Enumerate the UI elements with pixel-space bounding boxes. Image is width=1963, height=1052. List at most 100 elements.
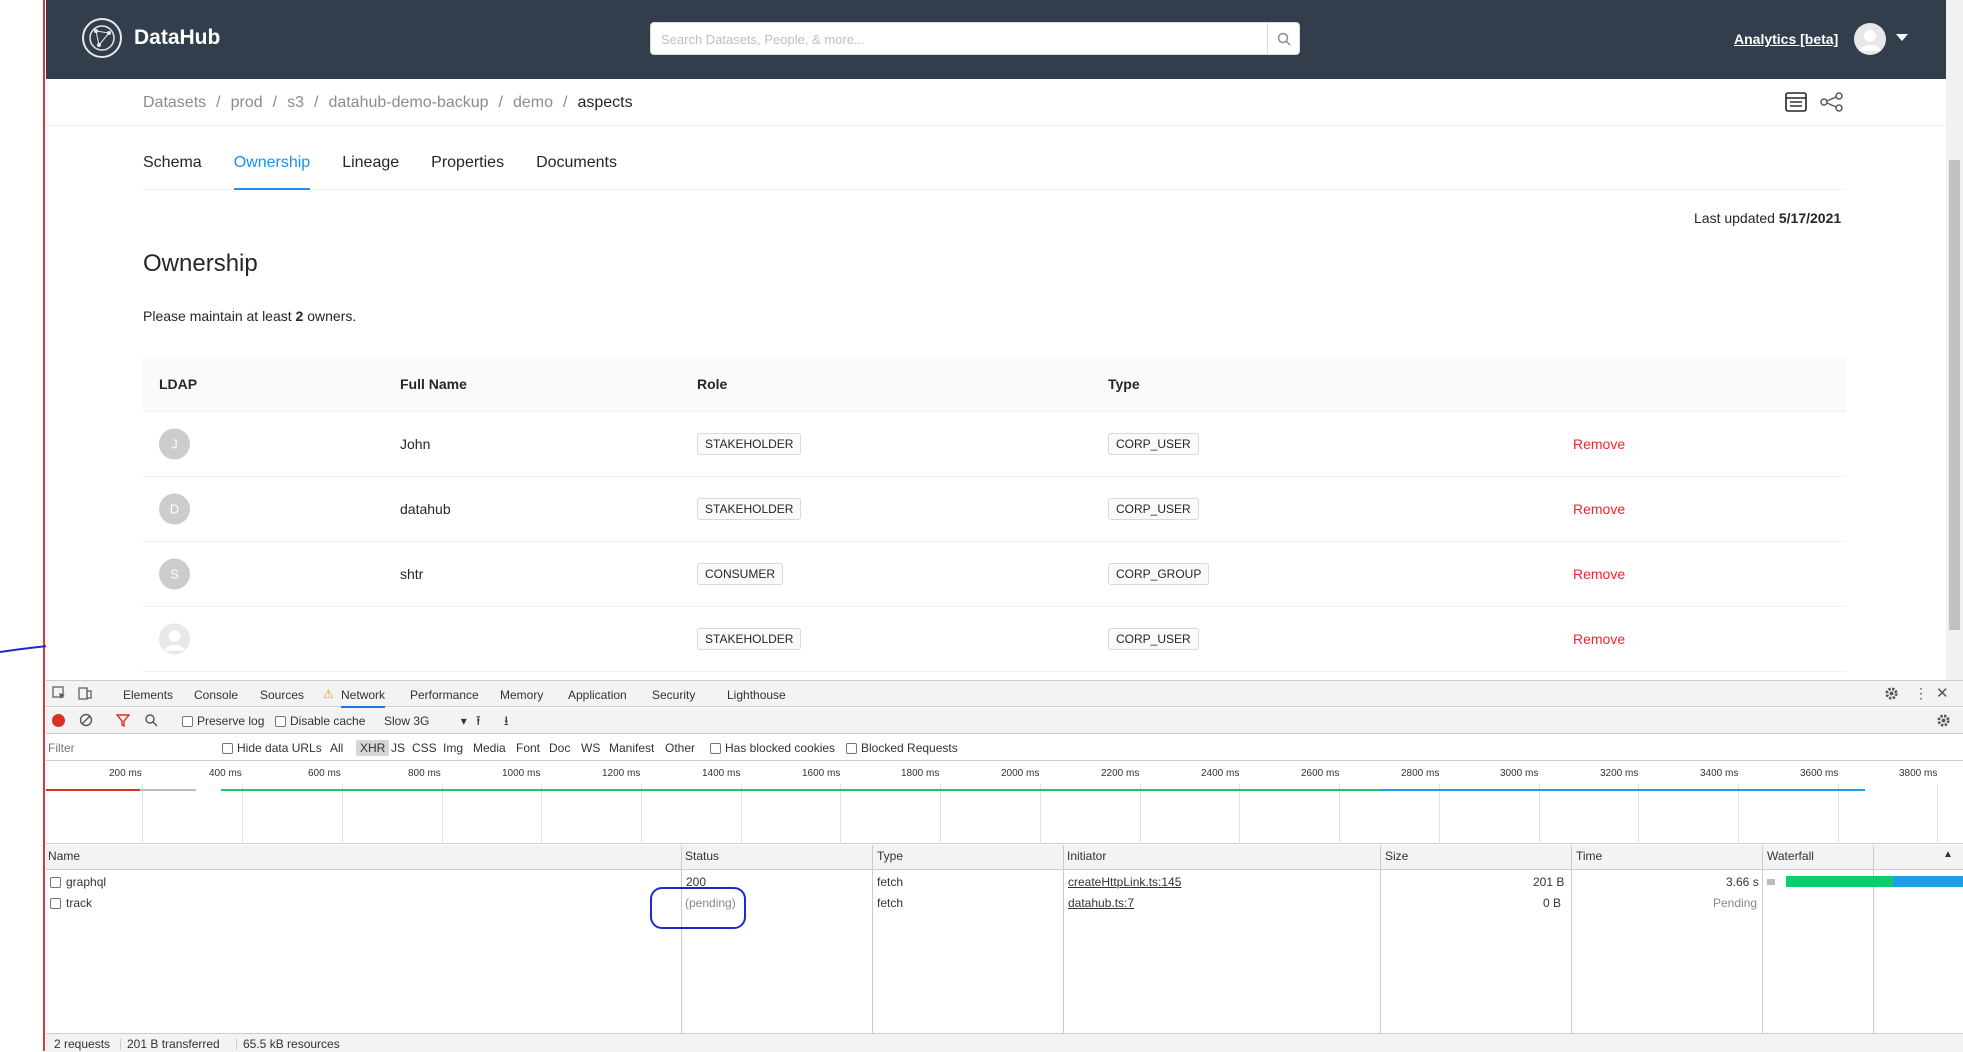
devtools-tab-security[interactable]: Security bbox=[652, 688, 695, 702]
network-toolbar: Preserve log Disable cache Slow 3G ▾ ⭱ ⭳ bbox=[46, 708, 1963, 734]
breadcrumb-item[interactable]: Datasets bbox=[143, 94, 206, 112]
lineage-graph-icon[interactable] bbox=[1820, 90, 1844, 114]
network-settings-icon[interactable] bbox=[1936, 713, 1951, 731]
devtools-tab-sources[interactable]: Sources bbox=[260, 688, 304, 702]
column-header-type[interactable]: Type bbox=[877, 849, 903, 863]
page-scrollbar[interactable] bbox=[1946, 0, 1963, 680]
user-avatar[interactable] bbox=[1854, 23, 1886, 55]
record-icon[interactable] bbox=[52, 714, 65, 727]
note-count: 2 bbox=[295, 308, 304, 324]
devtools-tab-lighthouse[interactable]: Lighthouse bbox=[727, 688, 786, 702]
remove-button[interactable]: Remove bbox=[1573, 631, 1625, 647]
table-row[interactable]: track (pending) fetch datahub.ts:7 0 B P… bbox=[46, 892, 1963, 913]
request-initiator-link[interactable]: createHttpLink.ts:145 bbox=[1068, 875, 1181, 889]
type-filter-css[interactable]: CSS bbox=[412, 741, 437, 755]
close-devtools-icon[interactable]: ✕ bbox=[1936, 684, 1949, 702]
avatar[interactable]: D bbox=[159, 493, 190, 525]
filter-input[interactable] bbox=[48, 739, 213, 757]
inspect-element-icon[interactable] bbox=[52, 686, 66, 703]
request-time: Pending bbox=[1713, 896, 1758, 910]
remove-button[interactable]: Remove bbox=[1573, 436, 1625, 452]
tab-lineage[interactable]: Lineage bbox=[342, 138, 399, 190]
column-header-name[interactable]: Name bbox=[48, 849, 80, 863]
preserve-log-checkbox[interactable]: Preserve log bbox=[182, 714, 264, 728]
type-filter-xhr[interactable]: XHR bbox=[356, 740, 390, 756]
remove-button[interactable]: Remove bbox=[1573, 566, 1625, 582]
type-filter-doc[interactable]: Doc bbox=[549, 741, 570, 755]
remove-button[interactable]: Remove bbox=[1573, 501, 1625, 517]
throttle-select[interactable]: Slow 3G ▾ bbox=[384, 714, 467, 728]
filter-icon[interactable] bbox=[115, 713, 131, 730]
has-blocked-cookies-label: Has blocked cookies bbox=[725, 741, 836, 755]
type-filter-ws[interactable]: WS bbox=[581, 741, 600, 755]
last-updated-date: 5/17/2021 bbox=[1778, 210, 1842, 226]
import-har-icon[interactable]: ⭱ bbox=[476, 712, 481, 734]
devtools-tab-elements[interactable]: Elements bbox=[123, 688, 173, 702]
column-header-waterfall[interactable]: Waterfall bbox=[1767, 849, 1814, 863]
column-header-initiator[interactable]: Initiator bbox=[1067, 849, 1106, 863]
analytics-link[interactable]: Analytics [beta] bbox=[1734, 31, 1838, 47]
breadcrumb-item[interactable]: datahub-demo-backup bbox=[328, 94, 488, 112]
devtools-tab-bar: Elements Console Sources ⚠ Network Perfo… bbox=[46, 681, 1963, 708]
sort-up-icon[interactable]: ▲ bbox=[1943, 849, 1953, 860]
avatar[interactable]: J bbox=[159, 428, 190, 460]
datahub-logo-icon[interactable] bbox=[82, 18, 122, 58]
search-input[interactable] bbox=[661, 29, 1251, 49]
breadcrumb-item[interactable]: prod bbox=[231, 94, 263, 112]
breadcrumb: Datasets / prod / s3/ datahub-demo-backup /… bbox=[143, 94, 633, 112]
type-filter-other[interactable]: Other bbox=[665, 741, 695, 755]
clear-icon[interactable] bbox=[79, 713, 93, 730]
tab-properties[interactable]: Properties bbox=[431, 138, 504, 190]
tab-schema[interactable]: Schema bbox=[143, 138, 202, 190]
devtools-tab-performance[interactable]: Performance bbox=[410, 688, 479, 702]
type-tag: CORP_USER bbox=[1108, 433, 1199, 455]
request-name[interactable]: track bbox=[66, 896, 92, 910]
type-filter-manifest[interactable]: Manifest bbox=[609, 741, 654, 755]
devtools-tab-console[interactable]: Console bbox=[194, 688, 238, 702]
note-suffix: owners. bbox=[307, 308, 357, 324]
type-filter-js[interactable]: JS bbox=[391, 741, 405, 755]
breadcrumb-item[interactable]: s3 bbox=[287, 94, 304, 112]
blocked-requests-checkbox[interactable]: Blocked Requests bbox=[846, 741, 958, 755]
scrollbar-thumb[interactable] bbox=[1949, 160, 1960, 630]
column-header-type: Type bbox=[1108, 376, 1140, 392]
timeline-bar-gray bbox=[140, 789, 196, 791]
request-time: 3.66 s bbox=[1726, 875, 1759, 889]
settings-gear-icon[interactable] bbox=[1884, 686, 1899, 704]
network-overview-timeline[interactable]: 200 ms 400 ms 600 ms 800 ms 1000 ms 1200… bbox=[46, 762, 1963, 844]
breadcrumb-item[interactable]: demo bbox=[513, 94, 553, 112]
user-menu-caret-icon[interactable] bbox=[1896, 34, 1908, 41]
table-view-icon[interactable] bbox=[1784, 90, 1808, 114]
column-header-size[interactable]: Size bbox=[1385, 849, 1408, 863]
devtools-tab-memory[interactable]: Memory bbox=[500, 688, 543, 702]
request-size: 201 B bbox=[1533, 875, 1565, 889]
breadcrumb-bar: Datasets / prod / s3/ datahub-demo-backup /… bbox=[46, 79, 1946, 126]
request-name[interactable]: graphql bbox=[66, 875, 106, 889]
tab-documents[interactable]: Documents bbox=[536, 138, 617, 190]
timeline-tick: 2400 ms bbox=[1201, 768, 1240, 779]
last-updated: Last updated 5/17/2021 bbox=[1694, 210, 1841, 226]
search-icon[interactable] bbox=[144, 713, 158, 730]
export-har-icon[interactable]: ⭳ bbox=[504, 712, 509, 734]
hide-data-urls-checkbox[interactable]: Hide data URLs bbox=[222, 741, 322, 755]
disable-cache-checkbox[interactable]: Disable cache bbox=[275, 714, 365, 728]
column-header-status[interactable]: Status bbox=[685, 849, 719, 863]
devtools-tab-network[interactable]: Network bbox=[341, 688, 386, 708]
column-header-time[interactable]: Time bbox=[1576, 849, 1602, 863]
type-filter-font[interactable]: Font bbox=[516, 741, 540, 755]
device-toolbar-icon[interactable] bbox=[78, 686, 92, 703]
table-row[interactable]: graphql 200 fetch createHttpLink.ts:145 … bbox=[46, 871, 1963, 892]
avatar[interactable]: S bbox=[159, 558, 190, 590]
more-options-icon[interactable]: ⋮ bbox=[1914, 685, 1928, 702]
default-avatar-icon[interactable] bbox=[159, 623, 190, 655]
search-button[interactable] bbox=[1267, 23, 1299, 54]
tab-ownership[interactable]: Ownership bbox=[233, 138, 311, 190]
request-initiator-link[interactable]: datahub.ts:7 bbox=[1068, 896, 1134, 910]
devtools-tab-application[interactable]: Application bbox=[568, 688, 627, 702]
type-filter-img[interactable]: Img bbox=[443, 741, 463, 755]
has-blocked-cookies-checkbox[interactable]: Has blocked cookies bbox=[710, 741, 835, 755]
type-filter-media[interactable]: Media bbox=[473, 741, 506, 755]
brand-name[interactable]: DataHub bbox=[134, 26, 220, 50]
waterfall-waiting-bar bbox=[1786, 876, 1893, 887]
type-filter-all[interactable]: All bbox=[330, 741, 343, 755]
